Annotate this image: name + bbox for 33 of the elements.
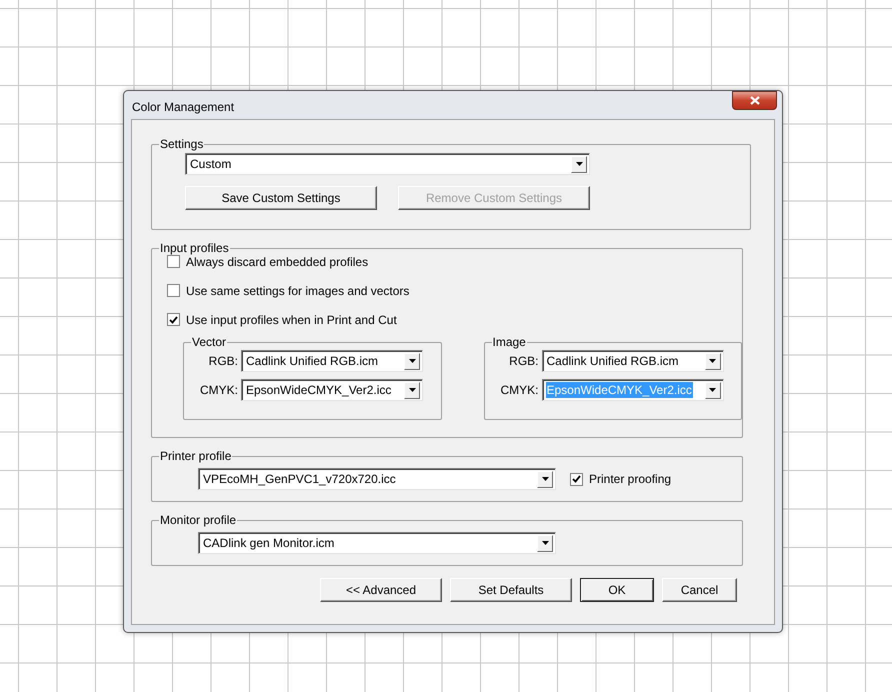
group-label: Image (492, 336, 527, 349)
checkbox-label: Always discard embedded profiles (186, 254, 368, 270)
group-label: Printer profile (159, 450, 232, 463)
group-label: Monitor profile (159, 514, 238, 527)
button[interactable]: Set Defaults (450, 578, 572, 602)
dropdown[interactable]: VPEcoMH_GenPVC1_v720x720.icc (198, 468, 556, 490)
dropdown-value: VPEcoMH_GenPVC1_v720x720.icc (202, 471, 397, 487)
group-label: Input profiles (159, 242, 230, 255)
window-title: Color Management (131, 99, 234, 116)
dropdown-value: Cadlink Unified RGB.icm (245, 353, 380, 369)
checkbox-label: Printer proofing (589, 471, 672, 488)
dropdown-value: Custom (189, 156, 232, 172)
button[interactable]: OK (580, 578, 654, 602)
button[interactable]: Cancel (662, 578, 737, 602)
group-label: Vector (191, 336, 228, 349)
checkbox-label: Use input profiles when in Print and Cut (186, 312, 397, 328)
dropdown[interactable]: EpsonWideCMYK_Ver2.icc (241, 379, 423, 401)
dropdown[interactable]: CADlink gen Monitor.icm (198, 532, 556, 554)
button[interactable]: << Advanced (320, 578, 442, 602)
field-label: RGB: (208, 353, 238, 370)
dropdown-value: CADlink gen Monitor.icm (202, 535, 336, 551)
dropdown[interactable]: Cadlink Unified RGB.icm (542, 350, 724, 372)
dropdown[interactable]: Custom (185, 153, 590, 175)
button[interactable]: Save Custom Settings (185, 186, 377, 210)
checkbox-label: Use same settings for images and vectors (186, 282, 410, 300)
field-label: CMYK: (499, 382, 538, 399)
dropdown-value: EpsonWideCMYK_Ver2.icc (245, 382, 392, 398)
dropdown-value: EpsonWideCMYK_Ver2.icc (546, 382, 693, 398)
dropdown-value: Cadlink Unified RGB.icm (546, 353, 680, 369)
field-label: RGB: (508, 353, 538, 370)
dropdown[interactable]: Cadlink Unified RGB.icm (241, 350, 423, 372)
group-label: Settings (159, 138, 204, 151)
field-label: CMYK: (198, 382, 238, 399)
